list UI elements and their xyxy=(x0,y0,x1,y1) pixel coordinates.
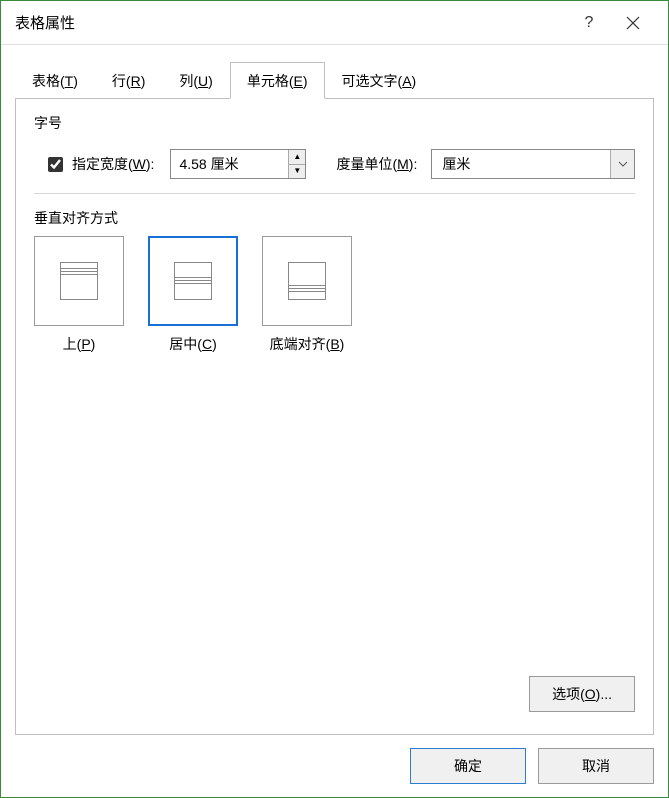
tab-cell[interactable]: 单元格(E) xyxy=(230,62,325,99)
width-spin-up[interactable]: ▲ xyxy=(289,150,305,165)
size-section-label: 字号 xyxy=(34,113,635,133)
width-spin-down[interactable]: ▼ xyxy=(289,165,305,179)
help-button[interactable]: ? xyxy=(568,3,610,43)
valign-bottom[interactable]: 底端对齐(B) xyxy=(262,236,352,354)
tab-column[interactable]: 列(U) xyxy=(162,62,229,99)
valign-top[interactable]: 上(P) xyxy=(34,236,124,354)
preferred-width-checkbox[interactable]: 指定宽度(W): xyxy=(44,154,154,175)
align-center-icon xyxy=(174,262,212,300)
cell-options-button[interactable]: 选项(O)... xyxy=(529,676,635,712)
tab-strip: 表格(T) 行(R) 列(U) 单元格(E) 可选文字(A) xyxy=(15,61,654,98)
tab-alt-text[interactable]: 可选文字(A) xyxy=(325,62,434,99)
align-top-icon xyxy=(60,262,98,300)
chevron-down-icon xyxy=(610,150,634,178)
tab-row[interactable]: 行(R) xyxy=(95,62,162,99)
valign-section-label: 垂直对齐方式 xyxy=(34,208,635,228)
align-bottom-icon xyxy=(288,262,326,300)
cancel-button[interactable]: 取消 xyxy=(538,748,654,784)
measure-unit-label: 度量单位(M): xyxy=(336,154,417,174)
tab-table[interactable]: 表格(T) xyxy=(15,62,95,99)
preferred-width-input[interactable]: ▲ ▼ xyxy=(170,149,306,179)
measure-unit-select[interactable]: 厘米 xyxy=(431,149,635,179)
valign-center[interactable]: 居中(C) xyxy=(148,236,238,354)
window-title: 表格属性 xyxy=(15,12,568,33)
ok-button[interactable]: 确定 xyxy=(410,748,526,784)
close-button[interactable] xyxy=(610,3,656,43)
